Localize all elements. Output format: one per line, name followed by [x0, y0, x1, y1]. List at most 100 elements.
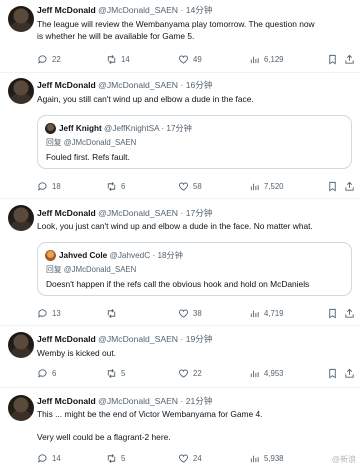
bookmark-button[interactable] [327, 52, 338, 66]
like-button[interactable]: 38 [178, 306, 202, 320]
bookmark-button[interactable] [327, 366, 338, 380]
reply-to-handle: @JMcDonald_SAEN [63, 138, 137, 147]
author-name[interactable]: Jeff McDonald [37, 208, 96, 218]
quoted-tweet[interactable]: Jeff Knight @JeffKnightSA · 17分钟 回复 @JMc… [37, 115, 352, 169]
author-handle[interactable]: @JMcDonald_SAEN [98, 5, 178, 15]
views-icon [250, 310, 259, 317]
watermark: @新浪 [331, 455, 356, 464]
bookmark-button[interactable] [327, 179, 338, 193]
quoted-reply-context: 回复 @JMcDonald_SAEN [46, 137, 136, 148]
separator: · [180, 208, 184, 218]
share-button[interactable] [344, 306, 355, 320]
share-button[interactable] [344, 179, 355, 193]
quoted-text: Fouled first. Refs fault. [46, 152, 130, 162]
quoted-text: Doesn't happen if the refs call the obvi… [46, 279, 310, 289]
reply-button[interactable]: 14 [37, 451, 61, 465]
tweet-header: Jeff McDonald @JMcDonald_SAEN · 21分钟 [37, 396, 212, 407]
tweet-header: Jeff McDonald @JMcDonald_SAEN · 19分钟 [37, 334, 212, 345]
author-name[interactable]: Jeff McDonald [37, 396, 96, 406]
share-button[interactable] [344, 52, 355, 66]
reply-count: 14 [52, 453, 61, 463]
avatar[interactable] [8, 6, 34, 32]
tweet[interactable]: Jeff McDonald @JMcDonald_SAEN · 19分钟 Wem… [0, 326, 360, 388]
repost-count: 5 [121, 368, 126, 378]
separator: · [152, 251, 156, 260]
bookmark-icon [329, 54, 336, 64]
tweet[interactable]: Jeff McDonald @JMcDonald_SAEN · 17分钟 Loo… [0, 199, 360, 326]
views-icon [250, 370, 259, 377]
tweet-time[interactable]: 21分钟 [186, 396, 213, 406]
repost-button[interactable]: 5 [106, 366, 125, 380]
author-name[interactable]: Jeff McDonald [37, 5, 96, 15]
repost-button[interactable] [106, 306, 121, 320]
tweet-header: Jeff McDonald @JMcDonald_SAEN · 17分钟 [37, 208, 212, 219]
reply-button[interactable]: 6 [37, 366, 56, 380]
reply-icon [38, 181, 47, 191]
avatar[interactable] [8, 78, 34, 104]
quoted-author-name: Jahved Cole [59, 251, 108, 260]
tweet[interactable]: Jeff McDonald @JMcDonald_SAEN · 16分钟 Aga… [0, 73, 360, 199]
tweet-time[interactable]: 17分钟 [186, 208, 213, 218]
repost-icon [107, 181, 116, 191]
author-handle[interactable]: @JMcDonald_SAEN [98, 396, 178, 406]
reply-icon [38, 368, 47, 378]
repost-button[interactable]: 14 [106, 52, 130, 66]
quoted-tweet[interactable]: Jahved Cole @JahvedC · 18分钟 回复 @JMcDonal… [37, 242, 352, 296]
views-button[interactable]: 6,129 [249, 52, 284, 66]
tweet-actions: 18 6 58 7,520 [37, 179, 355, 193]
views-icon [250, 455, 259, 462]
share-icon [345, 368, 354, 378]
reply-button[interactable]: 22 [37, 52, 61, 66]
tweet-time[interactable]: 19分钟 [186, 334, 213, 344]
reply-prefix: 回复 [46, 265, 62, 274]
reply-button[interactable]: 18 [37, 179, 61, 193]
quoted-header: Jeff Knight @JeffKnightSA · 17分钟 [59, 122, 192, 134]
avatar[interactable] [8, 205, 34, 231]
view-count: 6,129 [264, 54, 284, 64]
like-button[interactable]: 22 [178, 366, 202, 380]
tweet-text: Again, you still can't wind up and elbow… [37, 94, 254, 104]
tweet[interactable]: Jeff McDonald @JMcDonald_SAEN · 21分钟 Thi… [0, 388, 360, 468]
tweet-text: Look, you just can't wind up and elbow a… [37, 221, 313, 231]
avatar[interactable] [8, 332, 34, 358]
quoted-author-handle: @JeffKnightSA [104, 124, 160, 133]
author-name[interactable]: Jeff McDonald [37, 80, 96, 90]
views-button[interactable]: 5,938 [249, 451, 284, 465]
author-handle[interactable]: @JMcDonald_SAEN [98, 334, 178, 344]
avatar[interactable] [8, 395, 34, 421]
like-button[interactable]: 49 [178, 52, 202, 66]
reply-prefix: 回复 [46, 138, 62, 147]
view-count: 5,938 [264, 453, 284, 463]
repost-button[interactable]: 5 [106, 451, 125, 465]
views-button[interactable]: 7,520 [249, 179, 284, 193]
tweet-time[interactable]: 14分钟 [186, 5, 213, 15]
reply-to-handle: @JMcDonald_SAEN [63, 265, 137, 274]
quoted-author-handle: @JahvedC [109, 251, 151, 260]
tweet[interactable]: Jeff McDonald @JMcDonald_SAEN · 14分钟 The… [0, 0, 360, 73]
quoted-reply-context: 回复 @JMcDonald_SAEN [46, 264, 136, 275]
heart-icon [178, 55, 189, 64]
views-button[interactable]: 4,719 [249, 306, 284, 320]
views-icon [250, 56, 259, 63]
views-button[interactable]: 4,953 [249, 366, 284, 380]
like-button[interactable]: 58 [178, 179, 202, 193]
like-button[interactable]: 24 [178, 451, 202, 465]
author-handle[interactable]: @JMcDonald_SAEN [98, 208, 178, 218]
author-handle[interactable]: @JMcDonald_SAEN [98, 80, 178, 90]
reply-button[interactable]: 13 [37, 306, 61, 320]
quoted-avatar [45, 123, 56, 134]
bookmark-button[interactable] [327, 306, 338, 320]
reply-icon [38, 308, 47, 318]
separator: · [180, 80, 184, 90]
separator: · [161, 124, 165, 133]
tweet-time[interactable]: 16分钟 [186, 80, 213, 90]
heart-icon [178, 309, 189, 318]
share-button[interactable] [344, 366, 355, 380]
repost-button[interactable]: 6 [106, 179, 125, 193]
views-icon [250, 183, 259, 190]
heart-icon [178, 182, 189, 191]
author-name[interactable]: Jeff McDonald [37, 334, 96, 344]
repost-icon [107, 54, 116, 64]
separator: · [180, 396, 184, 406]
view-count: 7,520 [264, 181, 284, 191]
